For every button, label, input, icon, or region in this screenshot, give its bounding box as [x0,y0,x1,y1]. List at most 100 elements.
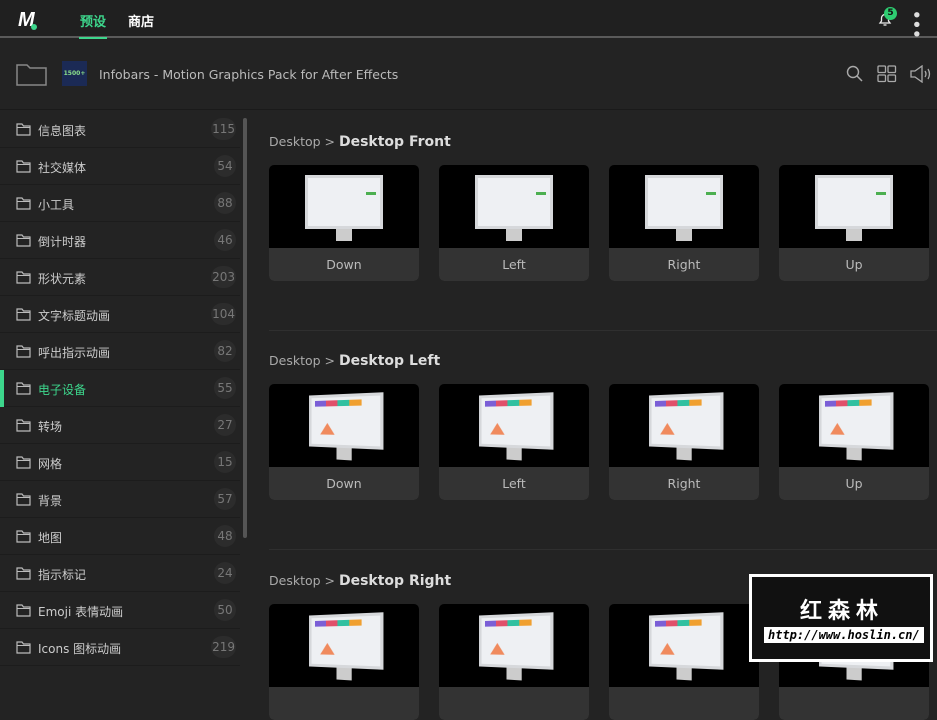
sidebar-item[interactable]: 地图 48 [0,518,240,555]
watermark-title: 红森林 [800,599,885,624]
section-breadcrumb: Desktop > Desktop Front [269,134,937,165]
sidebar-item[interactable]: 呼出指示动画 82 [0,333,240,370]
sidebar-item-label: 网格 [38,457,63,471]
grid-view-icon[interactable] [877,65,897,83]
preset-label: Left [439,248,589,281]
folder-icon [16,567,31,580]
preset-card[interactable]: Down [269,165,419,281]
sidebar-scrollbar[interactable] [243,118,247,538]
sidebar-item-label: 倒计时器 [38,235,87,249]
sidebar-item-count: 88 [214,192,236,214]
preset-section: Desktop > Desktop Front Down Left Right Up [269,134,937,281]
pack-title: Infobars - Motion Graphics Pack for Afte… [99,67,399,82]
tab-presets[interactable]: 预设 [78,11,108,39]
category-sidebar: 信息图表 115 社交媒体 54 小工具 88 倒计时器 46 形状元素 203 文字标题动画 104… [0,111,240,666]
sidebar-item-count: 104 [211,303,236,325]
preset-preview [779,384,929,467]
sidebar-item-label: 指示标记 [38,568,87,582]
app-logo[interactable]: M [18,9,37,32]
sidebar-item-count: 46 [214,229,236,251]
sidebar-item[interactable]: 指示标记 24 [0,555,240,592]
preset-label: Right [609,248,759,281]
sidebar-item-label: 社交媒体 [38,161,87,175]
watermark-url: http://www.hoslin.cn/ [764,627,924,643]
notification-badge: 5 [884,7,897,20]
sidebar-item-label: 电子设备 [38,383,87,397]
sidebar-item[interactable]: 电子设备 55 [0,370,240,407]
preset-preview [439,165,589,248]
sidebar-item[interactable]: 信息图表 115 [0,111,240,148]
search-icon[interactable] [846,65,864,83]
preset-card[interactable]: Right [609,165,759,281]
folder-icon[interactable] [16,62,47,86]
sidebar-item[interactable]: 背景 57 [0,481,240,518]
preset-card[interactable] [609,604,759,720]
section-divider [269,549,937,550]
preset-card[interactable] [439,604,589,720]
watermark: 红森林 http://www.hoslin.cn/ [749,574,933,662]
sidebar-item-label: Emoji 表情动画 [38,605,124,619]
folder-icon [16,160,31,173]
preset-card[interactable]: Up [779,384,929,500]
sidebar-item-label: 背景 [38,494,63,508]
sidebar-item-count: 50 [214,599,236,621]
folder-icon [16,345,31,358]
folder-icon [16,530,31,543]
sidebar-item-count: 48 [214,525,236,547]
sidebar-item-count: 15 [214,451,236,473]
sidebar-item[interactable]: Emoji 表情动画 50 [0,592,240,629]
sidebar-item-count: 219 [211,636,236,658]
pack-thumbnail: 1500+ [62,61,87,86]
preset-section: Desktop > Desktop Left Down Left Right Up [269,353,937,500]
sidebar-item[interactable]: 文字标题动画 104 [0,296,240,333]
preset-label [779,687,929,720]
folder-icon [16,604,31,617]
top-bar: M 预设 商店 5 ••• [0,0,937,39]
preset-preview [609,384,759,467]
sidebar-item[interactable]: 倒计时器 46 [0,222,240,259]
breadcrumb-parent[interactable]: Desktop > [269,573,335,588]
sidebar-item-count: 27 [214,414,236,436]
preset-label: Down [269,248,419,281]
preset-label [439,687,589,720]
folder-icon [16,308,31,321]
preset-label: Right [609,467,759,500]
speaker-icon[interactable] [910,65,932,83]
preset-card[interactable]: Left [439,165,589,281]
preset-label: Left [439,467,589,500]
sidebar-item-count: 55 [214,377,236,399]
preset-card[interactable]: Right [609,384,759,500]
sidebar-item-label: 呼出指示动画 [38,346,111,360]
section-divider [269,330,937,331]
sidebar-item[interactable]: 小工具 88 [0,185,240,222]
preset-card[interactable]: Left [439,384,589,500]
tab-store[interactable]: 商店 [128,11,154,30]
preset-preview [439,384,589,467]
preset-preview [779,165,929,248]
sidebar-item[interactable]: 社交媒体 54 [0,148,240,185]
pack-header: 1500+ Infobars - Motion Graphics Pack fo… [0,40,937,110]
breadcrumb-parent[interactable]: Desktop > [269,353,335,368]
preset-label: Down [269,467,419,500]
preset-card[interactable] [269,604,419,720]
preset-preview [439,604,589,687]
sidebar-item-label: 形状元素 [38,272,87,286]
section-title: Desktop Left [338,353,441,369]
folder-icon [16,197,31,210]
folder-icon [16,382,31,395]
sidebar-item[interactable]: 形状元素 203 [0,259,240,296]
sidebar-item-count: 24 [214,562,236,584]
preset-preview [269,604,419,687]
sidebar-item[interactable]: 网格 15 [0,444,240,481]
breadcrumb-parent[interactable]: Desktop > [269,134,335,149]
sidebar-item-count: 54 [214,155,236,177]
sidebar-item-count: 115 [211,118,236,140]
sidebar-item[interactable]: Icons 图标动画 219 [0,629,240,666]
preset-preview [609,165,759,248]
preset-preview [269,165,419,248]
preset-card[interactable]: Up [779,165,929,281]
more-menu-icon[interactable]: ••• [907,10,925,39]
folder-icon [16,271,31,284]
sidebar-item[interactable]: 转场 27 [0,407,240,444]
preset-card[interactable]: Down [269,384,419,500]
